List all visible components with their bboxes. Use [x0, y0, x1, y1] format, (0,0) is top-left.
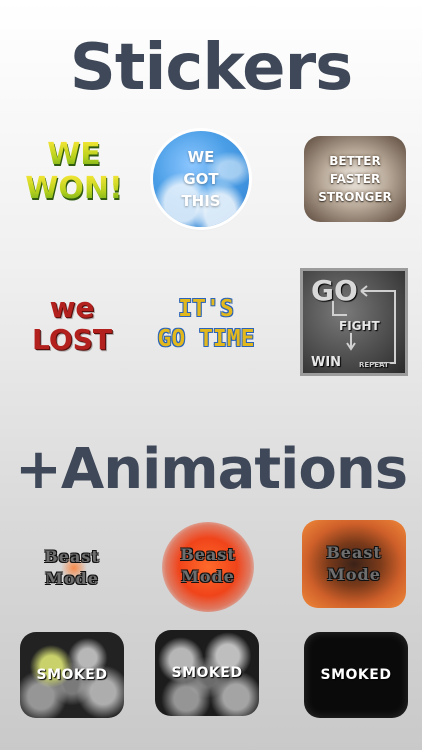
beast-label: Beast — [180, 545, 236, 564]
smoked-label: SMOKED — [36, 667, 108, 683]
beast-mode-animation-1[interactable]: Beast Mode — [20, 528, 124, 608]
we-won-line2: WON! — [25, 171, 123, 206]
bfs-line2: FASTER — [329, 172, 381, 186]
we-lost-line1: we — [49, 291, 95, 324]
stickers-heading: Stickers — [69, 31, 353, 105]
we-got-this-sticker[interactable]: WE GOT THIS — [153, 131, 249, 227]
smoked-animation-2[interactable]: SMOKED — [155, 630, 259, 716]
better-faster-stronger-sticker[interactable]: BETTER FASTER STRONGER — [304, 136, 406, 222]
mode-label: Mode — [181, 567, 235, 586]
beast-mode-animation-3[interactable]: Beast Mode — [302, 520, 406, 608]
repeat-label: REPEAT — [359, 361, 389, 369]
we-lost-sticker[interactable]: we LOST — [24, 284, 120, 364]
we-won-sticker[interactable]: WE WON! — [22, 128, 126, 216]
smoked-animation-1[interactable]: SMOKED — [20, 632, 124, 718]
bfs-line3: STRONGER — [318, 190, 392, 204]
beast-label: Beast — [44, 547, 100, 566]
beast-label: Beast — [326, 543, 382, 562]
we-got-this-line1: WE — [187, 148, 215, 166]
go-label: GO — [311, 274, 358, 307]
go-fight-win-sticker[interactable]: GO FIGHT WIN REPEAT — [300, 268, 408, 376]
go-time-line2: GO TIME — [157, 326, 255, 352]
we-got-this-line2: GOT — [183, 170, 219, 188]
we-got-this-line3: THIS — [181, 192, 221, 210]
smoked-animation-3[interactable]: SMOKED — [304, 632, 408, 718]
smoked-label: SMOKED — [320, 667, 392, 683]
smoked-label: SMOKED — [171, 665, 243, 681]
fight-label: FIGHT — [339, 319, 380, 333]
mode-label: Mode — [327, 565, 381, 584]
its-go-time-sticker[interactable]: IT'S GO TIME — [156, 284, 256, 364]
mode-label: Mode — [45, 569, 99, 588]
bfs-line1: BETTER — [329, 154, 381, 168]
we-won-line1: WE — [47, 137, 101, 172]
go-time-line1: IT'S — [178, 296, 234, 322]
we-lost-line2: LOST — [32, 323, 112, 356]
animations-heading: +Animations — [14, 437, 408, 502]
beast-mode-animation-2[interactable]: Beast Mode — [156, 522, 260, 612]
win-label: WIN — [311, 355, 342, 370]
